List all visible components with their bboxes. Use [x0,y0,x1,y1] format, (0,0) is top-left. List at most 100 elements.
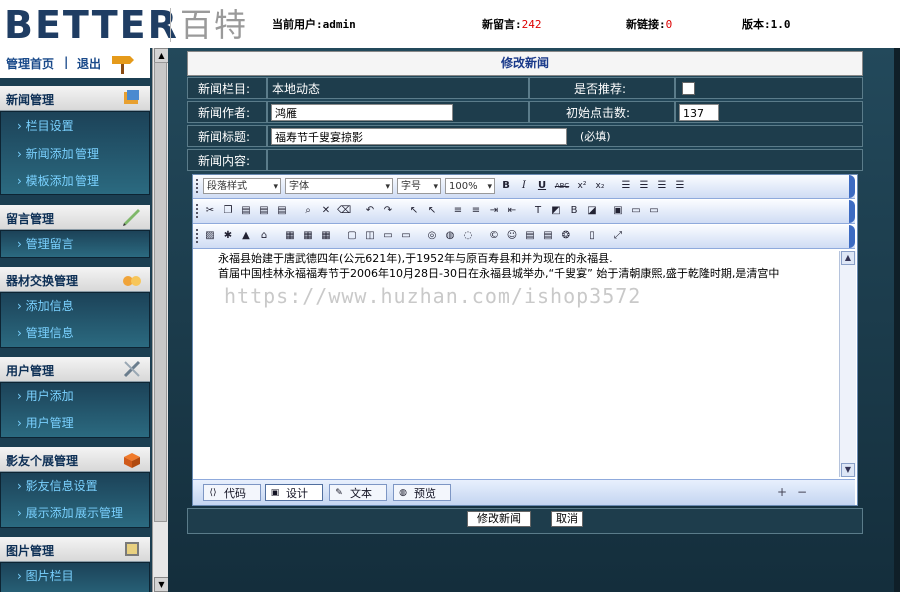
bold-button[interactable]: B [499,179,513,193]
scroll-down-arrow-icon[interactable]: ▼ [154,577,169,592]
frame-icon[interactable]: ▣ [611,204,625,218]
scroll-up-arrow-icon[interactable]: ▲ [841,251,855,265]
menu-item-news-add[interactable]: › 新闻添加 [17,145,74,162]
copy-icon[interactable]: ❐ [221,204,235,218]
insert-row-icon[interactable]: ▦ [301,229,315,243]
new-links[interactable]: 新链接:0 [626,16,672,32]
indent-icon[interactable]: ⇥ [487,204,501,218]
fill-icon[interactable]: ◪ [585,204,599,218]
select-all-icon[interactable]: ↖ [425,204,439,218]
insert-table-icon[interactable]: ▦ [283,229,297,243]
date-icon[interactable]: ▤ [541,229,555,243]
text-color-icon[interactable]: T [531,204,545,218]
align-center-icon[interactable]: ☰ [637,179,651,193]
insert-iframe-icon[interactable]: ◫ [363,229,377,243]
menu-item-exhibit-add[interactable]: › 展示添加 [17,504,74,521]
layer-icon[interactable]: ▭ [629,204,643,218]
mode-design-tab[interactable]: ▣ 设计 [265,484,323,501]
superscript-button[interactable]: x² [575,179,589,193]
bg-color-icon[interactable]: ◩ [549,204,563,218]
menu-section-messages[interactable]: 留言管理 [0,205,150,230]
cancel-button[interactable]: 取消 [551,511,583,527]
background-icon[interactable]: B [567,204,581,218]
menu-item-template-manage[interactable]: 管理 [75,172,99,189]
menu-item-manage-info[interactable]: › 管理信息 [17,324,74,341]
menu-section-users[interactable]: 用户管理 [0,357,150,382]
clicks-input[interactable]: 137 [679,104,719,121]
insert-flash-icon[interactable]: ✱ [221,229,235,243]
align-justify-icon[interactable]: ☰ [673,179,687,193]
fullscreen-icon[interactable]: ⤢ [611,229,625,243]
special-char-icon[interactable]: ❂ [559,229,573,243]
insert-input-icon[interactable]: ▭ [399,229,413,243]
menu-item-user-manage[interactable]: › 用户管理 [17,414,74,431]
menu-item-user-add[interactable]: › 用户添加 [17,387,74,404]
underline-button[interactable]: U [535,179,549,193]
layers-icon[interactable]: ▭ [647,204,661,218]
delete-icon[interactable]: ✕ [319,204,333,218]
redo-icon[interactable]: ↷ [381,204,395,218]
zoom-select[interactable]: 100% [445,178,495,195]
outdent-icon[interactable]: ⇤ [505,204,519,218]
author-input[interactable]: 鸿雁 [271,104,453,121]
paste-icon[interactable]: ▤ [239,204,253,218]
headline-input[interactable]: 福寿节千叟宴掠影 [271,128,567,145]
menu-section-exhibitions[interactable]: 影友个展管理 [0,447,150,472]
menu-item-add-info[interactable]: › 添加信息 [17,297,74,314]
menu-item-exhibit-manage[interactable]: 展示管理 [75,504,123,521]
mode-code-tab[interactable]: ⟨⟩ 代码 [203,484,261,501]
file-icon[interactable]: ▯ [585,229,599,243]
editor-shrink-button[interactable]: − [797,485,807,499]
menu-section-news[interactable]: 新闻管理 [0,86,150,111]
eraser-icon[interactable]: ⌫ [337,204,351,218]
align-right-icon[interactable]: ☰ [655,179,669,193]
strikethrough-button[interactable]: ABC [553,179,571,193]
sidebar-scrollbar[interactable]: ▲ ▼ [152,48,169,592]
menu-item-category-settings[interactable]: › 栏目设置 [17,117,74,134]
scroll-up-arrow-icon[interactable]: ▲ [154,48,169,63]
web-icon[interactable]: ◎ [425,229,439,243]
cut-icon[interactable]: ✂ [203,204,217,218]
insert-image-icon[interactable]: ▨ [203,229,217,243]
globe-icon[interactable]: ◍ [443,229,457,243]
editor-scrollbar[interactable]: ▲ ▼ [839,251,856,477]
italic-button[interactable]: I [517,179,531,193]
paste-text-icon[interactable]: ▤ [257,204,271,218]
scroll-down-arrow-icon[interactable]: ▼ [841,463,855,477]
mode-text-tab[interactable]: ✎ 文本 [329,484,387,501]
insert-media-icon[interactable]: ▲ [239,229,253,243]
mode-preview-tab[interactable]: ◍ 预览 [393,484,451,501]
submit-edit-button[interactable]: 修改新闻 [467,511,531,527]
insert-col-icon[interactable]: ▦ [319,229,333,243]
ordered-list-icon[interactable]: ≡ [451,204,465,218]
recommend-checkbox[interactable] [682,82,695,95]
undo-icon[interactable]: ↶ [363,204,377,218]
admin-home-link[interactable]: 管理首页 [6,55,54,72]
unordered-list-icon[interactable]: ≡ [469,204,483,218]
logout-link[interactable]: 退出 [77,55,101,72]
insert-hr-icon[interactable]: ▭ [381,229,395,243]
editor-content-area[interactable]: 永福县始建于唐武德四年(公元621年),于1952年与原百寿县和并为现在的永福县… [194,251,834,477]
chat-icon[interactable]: ◌ [461,229,475,243]
menu-item-news-manage[interactable]: 管理 [75,145,99,162]
align-left-icon[interactable]: ☰ [619,179,633,193]
font-size-select[interactable]: 字号 [397,178,441,195]
scroll-thumb[interactable] [154,62,167,522]
menu-section-equipment[interactable]: 器材交换管理 [0,267,150,292]
menu-item-template-add[interactable]: › 模板添加 [17,172,74,189]
paragraph-style-select[interactable]: 段落样式 [203,178,281,195]
insert-form-icon[interactable]: ▢ [345,229,359,243]
emoticon-icon[interactable]: ☺ [505,229,519,243]
font-select[interactable]: 字体 [285,178,393,195]
new-messages[interactable]: 新留言:242 [482,16,542,32]
editor-expand-button[interactable]: + [777,485,787,499]
menu-section-pictures[interactable]: 图片管理 [0,537,150,562]
excel-icon[interactable]: ▤ [523,229,537,243]
find-icon[interactable]: ⌕ [301,204,315,218]
paste-word-icon[interactable]: ▤ [275,204,289,218]
select-pointer-icon[interactable]: ↖ [407,204,421,218]
subscript-button[interactable]: x₂ [593,179,607,193]
insert-link-icon[interactable]: ⌂ [257,229,271,243]
menu-item-manage-messages[interactable]: › 管理留言 [17,235,74,252]
menu-item-member-info[interactable]: › 影友信息设置 [17,477,98,494]
